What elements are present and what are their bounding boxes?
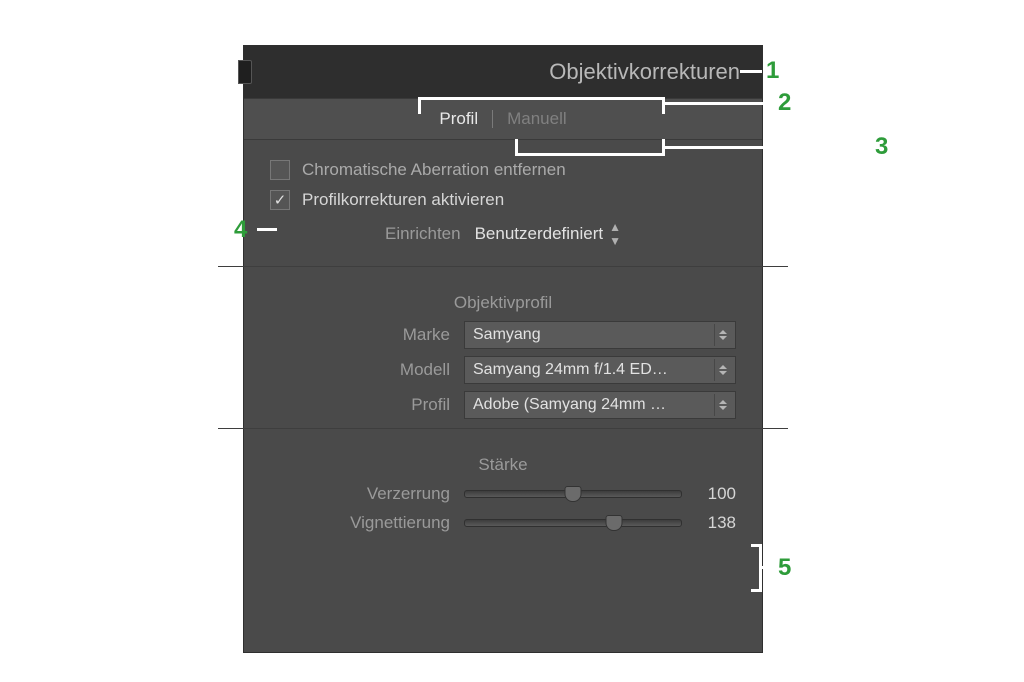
lens-corrections-panel: Objektivkorrekturen Profil Manuell Chrom…	[243, 45, 763, 653]
distortion-slider[interactable]	[464, 490, 682, 498]
tab-bar: Profil Manuell	[244, 98, 762, 140]
chevron-updown-icon	[714, 324, 731, 346]
distortion-value[interactable]: 100	[698, 484, 736, 504]
vignette-slider[interactable]	[464, 519, 682, 527]
panel-title: Objektivkorrekturen	[549, 59, 740, 85]
label-chromatic: Chromatische Aberration entfernen	[302, 160, 566, 180]
modell-dropdown[interactable]: Samyang 24mm f/1.4 ED…	[464, 356, 736, 384]
modell-label: Modell	[270, 360, 464, 380]
marke-value: Samyang	[473, 326, 541, 344]
tab-profil[interactable]: Profil	[425, 109, 492, 129]
marke-label: Marke	[270, 325, 464, 345]
modell-value: Samyang 24mm f/1.4 ED…	[473, 361, 668, 379]
chevron-updown-icon	[714, 359, 731, 381]
setup-value[interactable]: Benutzerdefiniert	[475, 224, 604, 244]
row-setup[interactable]: Einrichten Benutzerdefiniert ▲▼	[270, 220, 736, 248]
chevron-updown-icon	[714, 394, 731, 416]
marke-dropdown[interactable]: Samyang	[464, 321, 736, 349]
slider-thumb-icon[interactable]	[606, 515, 623, 531]
panel-toggle-icon[interactable]	[238, 60, 252, 84]
vignette-label: Vignettierung	[270, 513, 464, 533]
slider-thumb-icon[interactable]	[565, 486, 582, 502]
lens-profile-title: Objektivprofil	[270, 293, 736, 313]
checkbox-profile[interactable]: ✓	[270, 190, 290, 210]
strength-title: Stärke	[270, 455, 736, 475]
profil-dropdown[interactable]: Adobe (Samyang 24mm …	[464, 391, 736, 419]
profil-label: Profil	[270, 395, 464, 415]
distortion-label: Verzerrung	[270, 484, 464, 504]
vignette-value[interactable]: 138	[698, 513, 736, 533]
tab-manuell[interactable]: Manuell	[493, 109, 581, 129]
row-enable-profile[interactable]: ✓ Profilkorrekturen aktivieren	[270, 190, 736, 210]
row-chromatic-aberration[interactable]: Chromatische Aberration entfernen	[270, 160, 736, 180]
checkbox-chromatic[interactable]	[270, 160, 290, 180]
setup-label: Einrichten	[385, 224, 461, 244]
label-profile-enable: Profilkorrekturen aktivieren	[302, 190, 504, 210]
panel-header: Objektivkorrekturen	[244, 46, 762, 98]
profil-value: Adobe (Samyang 24mm …	[473, 396, 666, 414]
setup-stepper-icon[interactable]: ▲▼	[609, 220, 621, 248]
